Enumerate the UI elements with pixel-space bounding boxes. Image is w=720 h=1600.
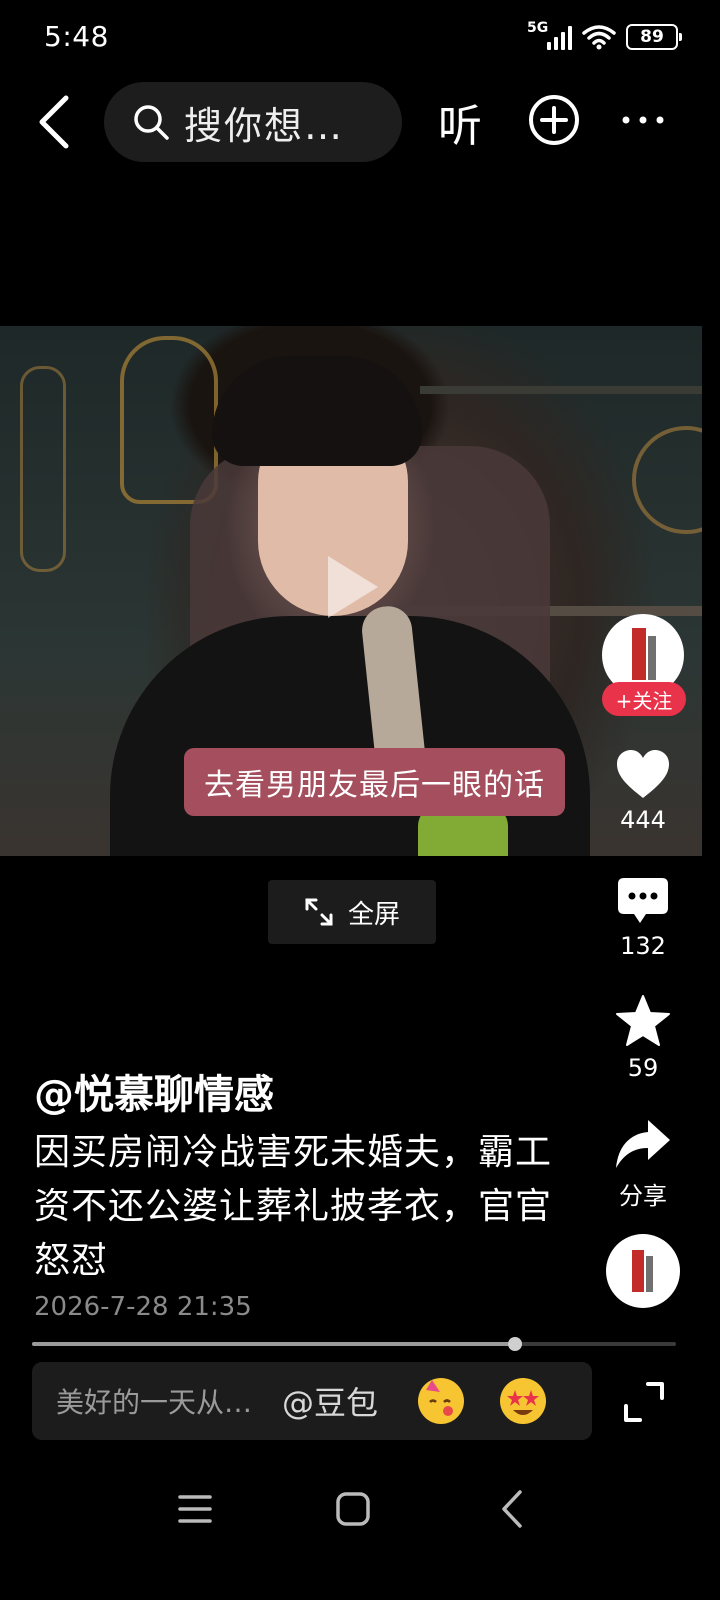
battery-indicator: 89 [626, 24, 682, 50]
search-icon [134, 105, 169, 140]
author-name[interactable]: @悦慕聊情感 [34, 1062, 274, 1120]
more-icon[interactable] [620, 114, 666, 126]
back-key-icon[interactable] [488, 1484, 538, 1534]
like-count: 444 [620, 806, 666, 834]
star-eyes-emoji-icon[interactable] [500, 1378, 547, 1424]
comment-icon [618, 878, 668, 923]
progress-knob[interactable] [508, 1337, 522, 1351]
expand-icon[interactable] [622, 1380, 666, 1424]
search-input[interactable]: 搜你想… [104, 82, 402, 162]
fullscreen-label: 全屏 [347, 899, 400, 930]
favorite-button[interactable]: 59 [600, 994, 686, 1082]
menu-key-icon[interactable] [170, 1484, 220, 1534]
network-type: 5G [527, 20, 549, 36]
music-disc-avatar[interactable] [606, 1234, 680, 1308]
video-player[interactable]: 去看男朋友最后一眼的话 [0, 326, 702, 856]
video-subtitle: 去看男朋友最后一眼的话 [184, 748, 565, 816]
follow-button[interactable]: +关注 [602, 682, 686, 716]
like-button[interactable]: 444 [600, 748, 686, 834]
share-icon [616, 1120, 670, 1168]
playback-progress[interactable] [32, 1337, 676, 1351]
heart-icon [617, 750, 669, 798]
fullscreen-icon [305, 898, 333, 926]
signal-icon: 5G [527, 20, 572, 50]
wifi-icon [582, 25, 616, 50]
party-emoji-icon[interactable] [418, 1378, 465, 1424]
share-button[interactable]: 分享 [600, 1118, 686, 1211]
share-label: 分享 [619, 1182, 667, 1210]
comment-placeholder: 美好的一天从… [56, 1386, 253, 1419]
favorite-count: 59 [627, 1054, 659, 1082]
home-key-icon[interactable] [328, 1484, 378, 1534]
add-icon[interactable] [528, 94, 580, 146]
listen-button[interactable]: 听 [438, 90, 482, 154]
comment-button[interactable]: 132 [600, 876, 686, 960]
status-indicators: 5G 89 [527, 20, 682, 54]
star-icon [616, 995, 670, 1046]
back-icon[interactable] [30, 92, 82, 152]
post-date: 2026-7-28 21:35 [34, 1292, 252, 1322]
fullscreen-button[interactable]: 全屏 [268, 880, 436, 944]
comment-count: 132 [620, 932, 666, 960]
play-icon[interactable] [322, 552, 382, 622]
mention-button[interactable]: @豆包 [282, 1378, 378, 1424]
search-placeholder: 搜你想… [184, 103, 345, 148]
comment-input[interactable]: 美好的一天从… @豆包 [32, 1362, 592, 1440]
status-time: 5:48 [44, 20, 109, 53]
post-description: 因买房闹冷战害死未婚夫，霸工资不还公婆让葬礼披孝衣，官官怒怼 [34, 1132, 553, 1281]
progress-fill [32, 1342, 515, 1346]
